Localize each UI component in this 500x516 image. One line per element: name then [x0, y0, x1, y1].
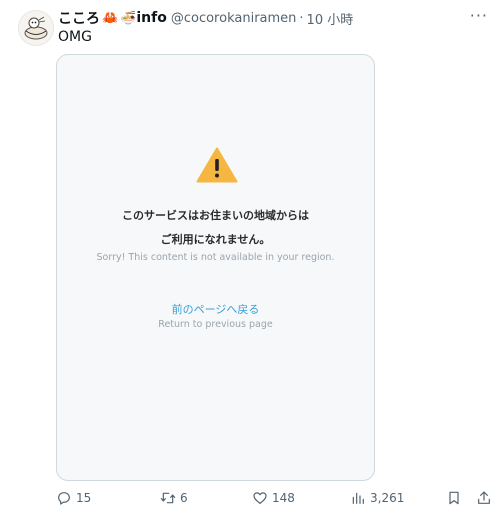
- display-name[interactable]: こころ: [58, 8, 100, 28]
- reply-button[interactable]: 15: [56, 490, 91, 506]
- tweet-header: こころ 🦀 🍜 info @cocorokaniramen · 10 小時: [58, 8, 490, 28]
- share-icon: [478, 491, 490, 504]
- views-button[interactable]: 3,261: [350, 490, 404, 506]
- bookmark-button[interactable]: [446, 490, 462, 506]
- retweet-count: 6: [180, 491, 188, 505]
- ramen-emoji-icon: 🍜: [120, 10, 137, 26]
- back-link-jp[interactable]: 前のページへ戻る: [57, 301, 374, 317]
- display-name-suffix[interactable]: info: [136, 10, 166, 26]
- like-button[interactable]: 148: [252, 490, 295, 506]
- avatar[interactable]: [18, 10, 54, 46]
- share-button[interactable]: [476, 490, 492, 506]
- heart-icon: [253, 492, 267, 504]
- region-message-jp-line1: このサービスはお住まいの地域からは: [122, 209, 309, 222]
- analytics-icon: [352, 492, 364, 504]
- like-count: 148: [272, 491, 295, 505]
- crab-emoji-icon: 🦀: [102, 10, 119, 26]
- action-bar: 15 6 148 3,261: [56, 490, 496, 510]
- retweet-icon: [160, 492, 176, 504]
- back-link-en[interactable]: Return to previous page: [57, 319, 374, 330]
- separator: ·: [299, 10, 304, 26]
- timestamp[interactable]: 10 小時: [307, 9, 354, 28]
- warning-icon: [196, 147, 238, 183]
- user-handle[interactable]: @cocorokaniramen: [171, 11, 297, 26]
- tweet-text: OMG: [58, 29, 92, 45]
- ramen-avatar-icon: [19, 11, 53, 45]
- retweet-button[interactable]: 6: [160, 490, 188, 506]
- reply-count: 15: [76, 491, 92, 505]
- bookmark-icon: [449, 491, 459, 505]
- reply-icon: [58, 492, 70, 505]
- more-options-icon[interactable]: ···: [470, 6, 488, 25]
- view-count: 3,261: [370, 491, 405, 505]
- region-message-en: Sorry! This content is not available in …: [96, 252, 335, 263]
- media-card[interactable]: このサービスはお住まいの地域からは ご利用になれません。 Sorry! This…: [56, 54, 375, 481]
- region-message-jp-line2: ご利用になれません。: [160, 233, 271, 246]
